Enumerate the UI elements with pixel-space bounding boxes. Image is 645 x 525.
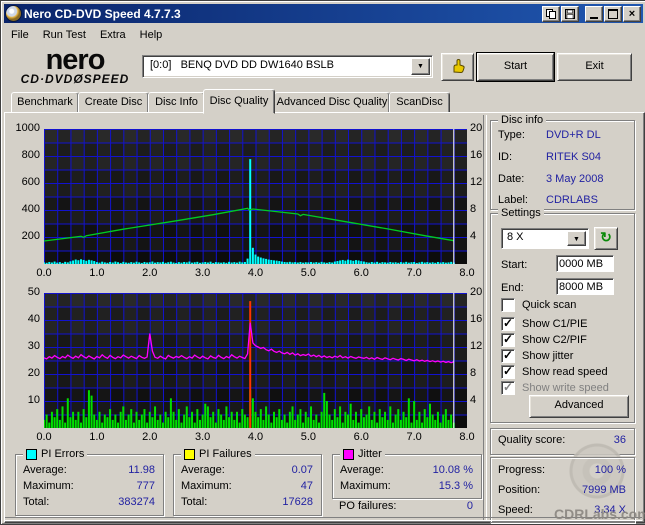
start-input[interactable]	[556, 255, 614, 272]
panel-divider	[483, 115, 487, 521]
show-c1-pie-checkbox[interactable]: Show C1/PIE	[501, 317, 587, 331]
exit-button[interactable]: Exit	[557, 53, 632, 81]
drive-properties-button[interactable]	[441, 53, 474, 81]
tab-scandisc[interactable]: ScanDisc	[389, 92, 450, 114]
nero-logo: nero CD·DVDØSPEED	[9, 48, 141, 86]
disc-info-title: Disc info	[501, 114, 543, 126]
jitter-maximum: 15.3 %	[439, 480, 473, 492]
pif-maximum: 47	[301, 480, 313, 492]
pif-total: 17628	[282, 496, 313, 508]
show-jitter-checkbox[interactable]: Show jitter	[501, 349, 573, 363]
advanced-button[interactable]: Advanced	[529, 395, 629, 418]
hand-icon	[450, 58, 466, 74]
settings-title: Settings	[501, 207, 541, 219]
quality-score-value: 36	[614, 434, 626, 446]
tab-create-disc[interactable]: Create Disc	[78, 92, 149, 114]
po-failures-row: PO failures:0	[339, 500, 473, 512]
window-title: Nero CD-DVD Speed 4.7.7.3	[24, 7, 181, 21]
pie-average: 11.98	[128, 464, 155, 476]
menu-run-test[interactable]: Run Test	[36, 27, 93, 43]
quality-score-label: Quality score:	[498, 434, 565, 446]
disc-date: 3 May 2008	[546, 173, 603, 185]
refresh-button[interactable]: ↻	[594, 227, 618, 250]
pi-errors-swatch	[26, 449, 37, 460]
status-bar	[5, 517, 642, 521]
po-failures-value: 0	[467, 500, 473, 512]
quick-scan-checkbox[interactable]: Quick scan	[501, 298, 576, 312]
chevron-down-icon[interactable]: ▼	[411, 58, 430, 75]
pif-average: 0.07	[292, 464, 313, 476]
menu-file[interactable]: File	[4, 27, 36, 43]
close-button[interactable]: ×	[623, 6, 641, 22]
tab-advanced-disc-quality[interactable]: Advanced Disc Quality	[274, 92, 390, 114]
titlebar-buttons: ×	[542, 6, 641, 22]
pie-maximum: 777	[137, 480, 155, 492]
settings-group: Settings 8 X ▼ ↻ Start: End: Quick scan …	[490, 213, 635, 423]
save-button[interactable]	[561, 6, 579, 22]
drive-select[interactable]: [0:0] BENQ DVD DD DW1640 BSLB ▼	[142, 55, 433, 78]
nero-logo-subtext: CD·DVDØSPEED	[9, 72, 141, 86]
menu-extra[interactable]: Extra	[93, 27, 133, 43]
chevron-down-icon[interactable]: ▼	[567, 231, 586, 246]
menu-help[interactable]: Help	[133, 27, 170, 43]
pi-failures-title: PI Failures	[199, 448, 252, 460]
jitter-swatch	[343, 449, 354, 460]
app-icon	[6, 6, 21, 21]
tab-disc-info[interactable]: Disc Info	[148, 92, 205, 114]
disc-info-group: Disc info Type: DVD+R DL ID: RITEK S04 D…	[490, 120, 635, 210]
tabbar: Benchmark Create Disc Disc Info Disc Qua…	[4, 89, 643, 112]
titlebar: Nero CD-DVD Speed 4.7.7.3 ×	[4, 4, 643, 23]
show-write-speed-checkbox: Show write speed	[501, 381, 609, 395]
end-field-label: End:	[501, 282, 524, 294]
position-value: 7999 MB	[582, 484, 626, 496]
jitter-title: Jitter	[358, 448, 382, 460]
start-button[interactable]: Start	[477, 53, 554, 81]
app-window: Nero CD-DVD Speed 4.7.7.3 × File Run Tes…	[0, 0, 645, 525]
pi-failures-swatch	[184, 449, 195, 460]
maximize-button[interactable]	[604, 6, 622, 22]
menubar: File Run Test Extra Help	[4, 24, 643, 45]
pi-failures-legend: PI Failures Average:0.07 Maximum:47 Tota…	[173, 454, 322, 516]
pie-total: 383274	[118, 496, 155, 508]
maximize-icon	[608, 9, 618, 19]
copy-to-clipboard-button[interactable]	[542, 6, 560, 22]
drive-select-value: [0:0] BENQ DVD DD DW1640 BSLB	[150, 59, 334, 71]
disc-label: CDRLABS	[546, 194, 598, 206]
pi-errors-legend: PI Errors Average:11.98 Maximum:777 Tota…	[15, 454, 164, 516]
show-c2-pif-checkbox[interactable]: Show C2/PIF	[501, 333, 587, 347]
pi-errors-title: PI Errors	[41, 448, 84, 460]
save-icon	[565, 9, 575, 19]
copy-icon	[546, 9, 556, 19]
minimize-button[interactable]	[585, 6, 603, 22]
close-icon: ×	[629, 9, 635, 19]
nero-logo-text: nero	[9, 48, 141, 72]
start-field-label: Start:	[501, 259, 527, 271]
progress-value: 100 %	[595, 464, 626, 476]
watermark-text: CDRLabs.com	[554, 506, 645, 522]
minimize-icon	[590, 17, 598, 19]
disc-type: DVD+R DL	[546, 129, 601, 141]
refresh-icon: ↻	[600, 229, 612, 245]
disc-id: RITEK S04	[546, 151, 601, 163]
end-input[interactable]	[556, 278, 614, 295]
speed-select[interactable]: 8 X ▼	[501, 228, 589, 249]
jitter-average: 10.08 %	[433, 464, 473, 476]
show-read-speed-checkbox[interactable]: Show read speed	[501, 365, 608, 379]
tab-benchmark[interactable]: Benchmark	[11, 92, 79, 114]
jitter-legend: Jitter Average:10.08 % Maximum:15.3 %	[332, 454, 482, 499]
tab-disc-quality[interactable]: Disc Quality	[203, 89, 275, 114]
speed-select-value: 8 X	[507, 231, 524, 243]
